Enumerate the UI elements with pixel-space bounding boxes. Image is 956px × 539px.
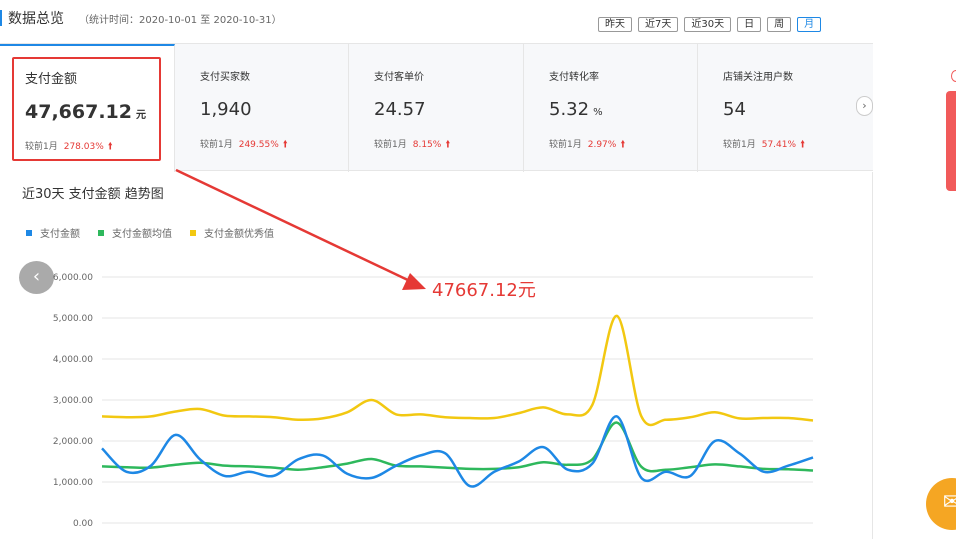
y-tick-label: 6,000.00 xyxy=(53,273,93,283)
trend-line-chart: 0.00 1,000.00 2,000.00 3,000.00 4,000.00 5,00… xyxy=(53,168,814,529)
y-tick-label: 0.00 xyxy=(73,519,93,529)
series-line-payment-amount[interactable] xyxy=(101,415,814,488)
y-tick-label: 1,000.00 xyxy=(53,478,93,488)
side-float-tab[interactable] xyxy=(946,91,956,191)
y-tick-label: 4,000.00 xyxy=(53,355,93,365)
y-tick-label: 3,000.00 xyxy=(53,396,93,406)
y-tick-label: 2,000.00 xyxy=(53,437,93,447)
annotation-arrow-head xyxy=(402,273,426,290)
series-line-payment-average[interactable] xyxy=(101,421,814,473)
side-dot-icon xyxy=(951,70,956,82)
series-line-payment-excellent[interactable] xyxy=(101,314,814,427)
annotation-arrow-line xyxy=(175,168,413,284)
y-tick-label: 5,000.00 xyxy=(53,314,93,324)
chevron-left-icon[interactable]: ‹ xyxy=(19,261,54,294)
annotation-amount-text: 47667.12元 xyxy=(432,280,536,301)
